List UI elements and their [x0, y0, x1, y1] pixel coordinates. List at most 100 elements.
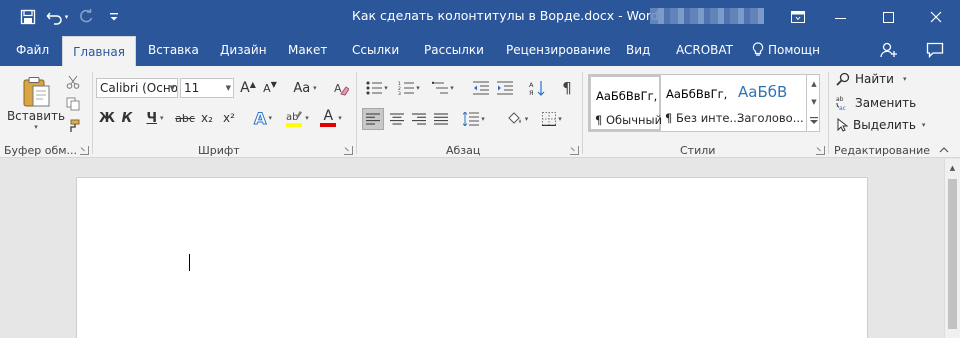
bullets-button[interactable]: ▾ — [362, 78, 392, 98]
svg-text:3: 3 — [398, 91, 401, 95]
tab-home[interactable]: Главная — [62, 36, 136, 66]
shrink-font-button[interactable]: A ▼ — [260, 78, 280, 98]
replace-icon: ab ac — [836, 96, 846, 111]
grow-font-button[interactable]: A ▲ — [238, 78, 258, 98]
show-formatting-marks-button[interactable]: ¶ — [556, 78, 578, 98]
styles-group-label: Стили — [680, 144, 716, 157]
grow-font-glyph: A — [240, 80, 250, 96]
document-page[interactable] — [76, 177, 868, 338]
styles-gallery: АаБбВвГг, ¶ Обычный АаБбВвГг, ¶ Без инте… — [588, 74, 820, 132]
group-divider — [582, 72, 583, 154]
italic-button[interactable]: К — [118, 108, 136, 128]
tell-me-box[interactable]: Помощн — [752, 34, 820, 66]
style-heading-sample: АаБбВ — [738, 83, 788, 101]
paste-button[interactable]: Вставить ▾ — [6, 70, 66, 136]
account-name-blurred[interactable] — [650, 8, 764, 24]
chevron-down-icon: ▼ — [169, 84, 175, 92]
tab-layout[interactable]: Макет — [288, 34, 327, 66]
superscript-button[interactable]: x² — [220, 108, 238, 128]
style-heading-name: Заголово... — [737, 111, 804, 125]
scroll-up-button[interactable]: ▲ — [945, 161, 960, 175]
font-dialog-launcher[interactable] — [344, 146, 353, 155]
tab-view[interactable]: Вид — [626, 34, 650, 66]
sort-button[interactable]: AЯ — [526, 78, 548, 98]
align-left-button[interactable] — [362, 108, 384, 130]
align-center-button[interactable] — [386, 108, 408, 130]
save-icon[interactable] — [14, 6, 42, 28]
justify-button[interactable] — [430, 108, 452, 130]
scrollbar-thumb[interactable] — [948, 179, 957, 329]
share-user-icon[interactable] — [878, 40, 900, 60]
line-spacing-icon — [463, 112, 480, 126]
tab-insert[interactable]: Вставка — [148, 34, 199, 66]
style-heading-1[interactable]: АаБбВ Заголово... — [733, 75, 805, 131]
subscript-button[interactable]: x₂ — [198, 108, 216, 128]
paste-label: Вставить — [6, 108, 66, 123]
style-no-spacing[interactable]: АаБбВвГг, ¶ Без инте... — [661, 75, 740, 131]
styles-more-button[interactable] — [807, 112, 821, 130]
change-case-button[interactable]: Aa ▾ — [288, 78, 322, 98]
align-right-button[interactable] — [408, 108, 430, 130]
maximize-button[interactable] — [864, 0, 912, 34]
font-color-swatch — [320, 122, 337, 127]
copy-icon[interactable] — [62, 94, 84, 114]
font-color-button[interactable]: A ▾ — [316, 108, 346, 128]
search-icon — [836, 72, 850, 86]
shading-button[interactable]: ▾ — [500, 108, 534, 130]
select-cursor-icon — [837, 118, 848, 132]
tab-acrobat[interactable]: ACROBAT — [676, 34, 733, 66]
replace-button[interactable]: ab ac Заменить — [836, 95, 916, 111]
decrease-indent-button[interactable] — [470, 78, 492, 98]
paragraph-dialog-launcher[interactable] — [570, 146, 579, 155]
tab-mailings[interactable]: Рассылки — [424, 34, 484, 66]
redo-icon[interactable] — [72, 6, 100, 28]
comments-icon[interactable] — [924, 40, 946, 60]
style-no-spacing-sample: АаБбВвГг, — [666, 87, 728, 101]
line-spacing-button[interactable]: ▾ — [458, 108, 490, 130]
format-painter-icon[interactable] — [62, 116, 84, 136]
tell-me-label: Помощн — [768, 43, 820, 57]
customize-qat-icon[interactable] — [100, 6, 128, 28]
clipboard-paste-icon — [23, 76, 50, 106]
find-button[interactable]: Найти ▾ — [836, 72, 906, 86]
tab-file[interactable]: Файл — [16, 34, 49, 66]
styles-dialog-launcher[interactable] — [816, 146, 825, 155]
multilevel-list-button[interactable]: ▾ — [428, 78, 458, 98]
style-normal-sample: АаБбВвГг, — [596, 89, 658, 103]
bold-button[interactable]: Ж — [98, 108, 116, 128]
ribbon-display-options-button[interactable] — [774, 0, 822, 34]
close-button[interactable] — [912, 0, 960, 34]
text-effects-glyph: A — [254, 108, 267, 128]
outdent-icon — [473, 81, 489, 95]
document-area: ▲ — [0, 159, 960, 338]
styles-scroll-up-button[interactable]: ▲ — [807, 76, 821, 92]
highlighter-icon: ab — [286, 111, 303, 127]
text-effects-button[interactable]: A ▾ — [248, 108, 278, 128]
editing-group-label: Редактирование — [834, 144, 930, 157]
tab-references[interactable]: Ссылки — [352, 34, 399, 66]
group-divider — [92, 72, 93, 154]
select-button[interactable]: Выделить ▾ — [836, 118, 925, 132]
tab-review[interactable]: Рецензирование — [506, 34, 611, 66]
font-size-combo[interactable]: 11 ▼ — [180, 78, 234, 98]
increase-indent-button[interactable] — [494, 78, 516, 98]
style-normal[interactable]: АаБбВвГг, ¶ Обычный — [589, 75, 662, 131]
numbering-button[interactable]: 1 2 3 ▾ — [394, 78, 424, 98]
svg-text:ab: ab — [286, 112, 298, 123]
vertical-scrollbar[interactable]: ▲ — [944, 159, 960, 338]
tab-design[interactable]: Дизайн — [220, 34, 267, 66]
clipboard-dialog-launcher[interactable] — [80, 146, 89, 155]
cut-icon[interactable] — [62, 72, 84, 92]
font-name-combo[interactable]: Calibri (Осно ▼ — [96, 78, 178, 98]
clear-formatting-button[interactable]: A — [330, 78, 352, 98]
text-cursor — [189, 254, 190, 271]
undo-icon[interactable]: ▾ — [42, 6, 72, 28]
collapse-ribbon-button[interactable] — [936, 144, 952, 156]
borders-button[interactable]: ▾ — [536, 108, 568, 130]
underline-button[interactable]: Ч ▾ — [140, 108, 170, 128]
minimize-button[interactable] — [816, 0, 864, 34]
strikethrough-button[interactable]: abc — [174, 108, 196, 128]
change-case-glyph: Aa — [293, 80, 311, 96]
styles-scroll-down-button[interactable]: ▼ — [807, 94, 821, 110]
highlight-color-button[interactable]: ab ▾ — [282, 108, 312, 128]
